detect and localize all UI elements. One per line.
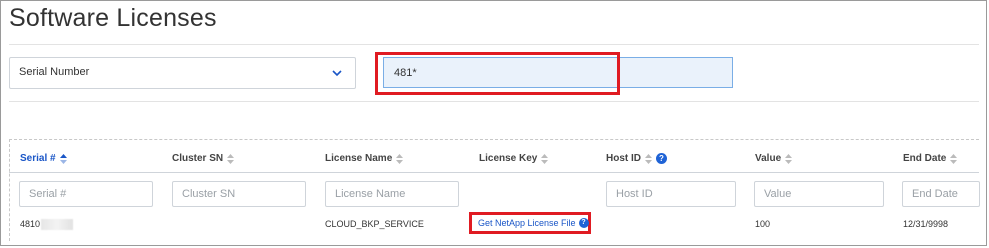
serial-filter-input[interactable] <box>19 181 153 207</box>
sort-icon <box>950 153 958 164</box>
column-header-host-id[interactable]: Host ID ? <box>606 153 667 164</box>
host-id-filter-input[interactable] <box>606 181 736 207</box>
divider <box>9 44 979 45</box>
table-header-divider <box>9 172 979 173</box>
license-link-label: Get NetApp License File <box>478 218 576 228</box>
column-header-value[interactable]: Value <box>755 153 793 164</box>
column-header-license-key[interactable]: License Key <box>479 153 549 164</box>
column-header-label: Value <box>755 153 782 164</box>
search-highlight-box <box>375 52 620 95</box>
table-cell-end-date: 12/31/9998 <box>903 219 949 229</box>
column-header-label: Serial # <box>20 153 56 164</box>
column-header-end-date[interactable]: End Date <box>903 153 958 164</box>
sort-icon <box>59 153 67 164</box>
column-header-label: Host ID <box>606 153 641 164</box>
column-header-license-name[interactable]: License Name <box>325 153 404 164</box>
info-icon[interactable]: ? <box>578 218 589 228</box>
column-header-label: License Key <box>479 153 538 164</box>
license-name-filter-input[interactable] <box>325 181 459 207</box>
end-date-filter-input[interactable] <box>902 181 980 207</box>
column-header-label: Cluster SN <box>172 153 224 164</box>
page-title: Software Licenses <box>9 4 217 32</box>
get-license-file-link[interactable]: Get NetApp License File ? <box>478 218 589 228</box>
sort-icon <box>541 153 549 164</box>
value-filter-input[interactable] <box>754 181 884 207</box>
table-cell-value: 100 <box>755 219 771 229</box>
chevron-down-icon <box>332 70 342 77</box>
column-header-label: License Name <box>325 153 393 164</box>
filter-field-label: Serial Number <box>19 66 90 78</box>
divider <box>9 101 979 102</box>
info-icon[interactable]: ? <box>656 153 667 164</box>
column-header-cluster-sn[interactable]: Cluster SN <box>172 153 235 164</box>
sort-icon <box>227 153 235 164</box>
cluster-sn-filter-input[interactable] <box>172 181 306 207</box>
sort-icon <box>785 153 793 164</box>
redacted-block <box>41 219 74 231</box>
table-cell-license-name: CLOUD_BKP_SERVICE <box>325 219 424 229</box>
filter-field-select[interactable]: Serial Number <box>9 57 356 89</box>
serial-value: 4810 <box>20 219 41 229</box>
table-cell-serial: 4810 <box>20 219 74 231</box>
column-header-label: End Date <box>903 153 947 164</box>
sort-icon <box>396 153 404 164</box>
sort-icon <box>645 153 652 164</box>
column-header-serial[interactable]: Serial # <box>20 153 67 164</box>
